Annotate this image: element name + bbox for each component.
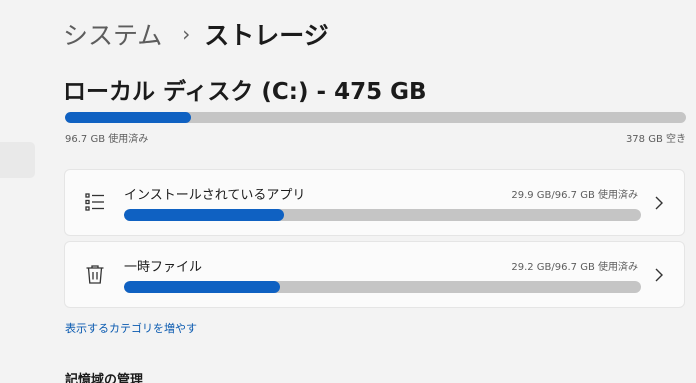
chevron-right-icon (655, 196, 663, 210)
category-label: 一時ファイル (124, 260, 203, 275)
breadcrumb: システム › ストレージ (63, 14, 329, 54)
drive-free-label: 378 GB 空き (625, 134, 686, 145)
sidebar-selected-item[interactable] (0, 142, 35, 178)
list-icon (85, 193, 104, 211)
trash-icon (86, 265, 104, 284)
chevron-right-icon (655, 268, 663, 282)
drive-title: ローカル ディスク (C:) - 475 GB (63, 79, 427, 105)
category-temp-files[interactable]: 一時ファイル 29.2 GB/96.7 GB 使用済み (64, 241, 685, 308)
drive-usage-bar (65, 112, 686, 123)
storage-management-heading: 記憶域の管理 (65, 373, 144, 383)
category-usage-bar (124, 209, 641, 221)
drive-used-label: 96.7 GB 使用済み (65, 134, 149, 145)
category-usage-bar-fill (124, 281, 281, 293)
page-title: ストレージ (204, 21, 329, 50)
category-usage-bar (124, 281, 641, 293)
category-usage-bar-fill (124, 209, 284, 221)
drive-usage-bar-fill (65, 112, 192, 123)
category-usage: 29.9 GB/96.7 GB 使用済み (511, 190, 638, 201)
breadcrumb-system[interactable]: システム (63, 16, 162, 52)
category-label: インストールされているアプリ (124, 188, 306, 203)
show-more-categories-link[interactable]: 表示するカテゴリを増やす (65, 320, 197, 336)
category-usage: 29.2 GB/96.7 GB 使用済み (511, 262, 638, 273)
category-installed-apps[interactable]: インストールされているアプリ 29.9 GB/96.7 GB 使用済み (64, 169, 685, 236)
chevron-right-icon: › (182, 22, 191, 46)
